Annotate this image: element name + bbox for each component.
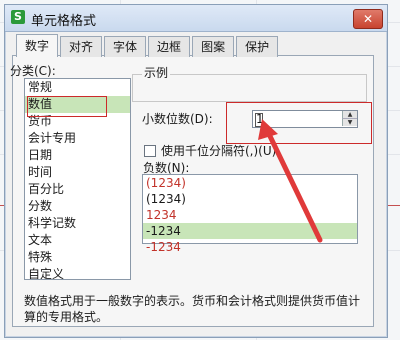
thousands-checkbox[interactable] bbox=[144, 144, 156, 157]
dialog-title: 单元格格式 bbox=[31, 14, 97, 29]
close-button[interactable]: ✕ bbox=[353, 9, 383, 29]
decimal-places-stepper[interactable]: 1 ▲ ▼ bbox=[252, 110, 358, 128]
negative-format-item[interactable]: 1234 bbox=[143, 207, 357, 223]
decimal-places-label: 小数位数(D): bbox=[142, 112, 213, 126]
category-item[interactable]: 科学记数 bbox=[25, 215, 130, 232]
category-item[interactable]: 日期 bbox=[25, 147, 130, 164]
negative-numbers-list[interactable]: (1234) (1234) 1234 -1234 -1234 bbox=[142, 174, 358, 254]
tab-number[interactable]: 数字 bbox=[16, 34, 59, 57]
category-item[interactable]: 时间 bbox=[25, 164, 130, 181]
title-bar: S 单元格格式 ✕ bbox=[5, 5, 387, 32]
thousands-separator-option[interactable]: 使用千位分隔符(,)(U) bbox=[144, 142, 276, 159]
tab-font[interactable]: 字体 bbox=[104, 36, 147, 57]
category-item[interactable]: 自定义 bbox=[25, 266, 130, 279]
category-item[interactable]: 文本 bbox=[25, 232, 130, 249]
spin-up-icon[interactable]: ▲ bbox=[342, 111, 357, 119]
tab-border[interactable]: 边框 bbox=[148, 36, 191, 57]
category-label: 分类(C): bbox=[10, 64, 56, 78]
category-item[interactable]: 分数 bbox=[25, 198, 130, 215]
text-caret bbox=[255, 113, 263, 127]
negative-format-item[interactable]: (1234) bbox=[143, 175, 357, 191]
tab-protection[interactable]: 保护 bbox=[236, 36, 279, 57]
app-icon: S bbox=[11, 10, 25, 24]
tab-strip: 数字 对齐 字体 边框 图案 保护 bbox=[16, 34, 280, 57]
category-item[interactable]: 会计专用 bbox=[25, 130, 130, 147]
category-item[interactable]: 特殊 bbox=[25, 249, 130, 266]
sample-label: 示例 bbox=[142, 64, 171, 81]
negative-format-item[interactable]: (1234) bbox=[143, 191, 357, 207]
category-item[interactable]: 百分比 bbox=[25, 181, 130, 198]
format-description: 数值格式用于一般数字的表示。货币和会计格式则提供货币值计算的专用格式。 bbox=[24, 294, 361, 324]
tab-alignment[interactable]: 对齐 bbox=[60, 36, 103, 57]
thousands-label[interactable]: 使用千位分隔符(,)(U) bbox=[161, 142, 276, 159]
negative-format-item[interactable]: -1234 bbox=[143, 239, 357, 255]
spin-down-icon[interactable]: ▼ bbox=[342, 119, 357, 126]
category-item[interactable]: 常规 bbox=[25, 79, 130, 96]
category-highlight-box bbox=[27, 96, 107, 117]
tab-pattern[interactable]: 图案 bbox=[192, 36, 235, 57]
negative-format-item-selected[interactable]: -1234 bbox=[143, 223, 357, 239]
